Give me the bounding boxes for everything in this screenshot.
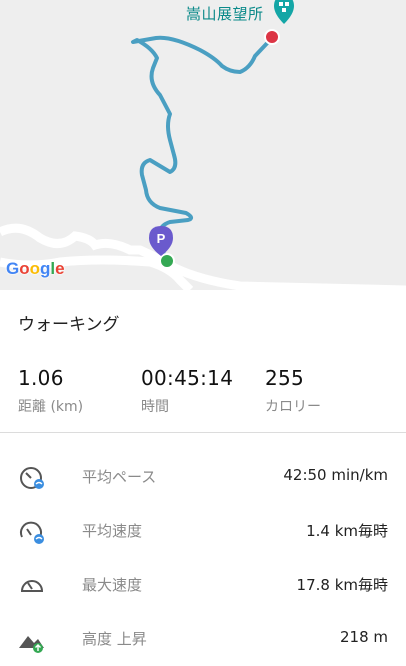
map-canvas: P (0, 0, 406, 290)
metric-name: 平均ペース (82, 468, 157, 486)
metric-value: 17.8 km毎時 (296, 576, 388, 594)
distance-label: 距離 (km) (18, 399, 84, 415)
metric-value: 218 m (339, 628, 388, 646)
stat-distance: 1.06 距離 (km) (18, 366, 83, 416)
calories-label: カロリー (265, 399, 321, 415)
google-logo-letter: e (55, 259, 65, 278)
avg-speed-gauge-icon (20, 521, 44, 544)
metric-name: 最大速度 (82, 576, 143, 594)
metric-row-avg-speed: 平均速度 1.4 km毎時 (0, 504, 406, 558)
google-logo-letter: o (19, 259, 30, 278)
metric-name: 高度 上昇 (82, 630, 147, 648)
stat-calories: 255 カロリー (265, 366, 321, 416)
route-map[interactable]: P 嵩山展望所 Google (0, 0, 406, 290)
stat-duration: 00:45:14 時間 (141, 366, 233, 416)
route-end-marker (264, 29, 280, 45)
google-logo-letter: o (29, 259, 41, 278)
pace-gauge-icon (20, 467, 44, 489)
activity-type-label: ウォーキング (18, 315, 120, 335)
activity-summary: ウォーキング 1.06 距離 (km) 00:45:14 時間 255 カロリー (0, 290, 406, 433)
metric-value: 42:50 min/km (283, 466, 388, 484)
metric-name: 平均速度 (82, 522, 143, 540)
google-logo-letter: G (6, 259, 20, 278)
poi-label[interactable]: 嵩山展望所 (186, 3, 264, 24)
duration-value: 00:45:14 (141, 366, 234, 390)
google-logo-letter: g (40, 259, 51, 278)
metric-row-elevation-gain: 高度 上昇 218 m (0, 612, 406, 666)
metrics-list: 平均ペース 42:50 min/km 平均速度 1.4 km毎時 最大速度 17… (0, 433, 406, 657)
parking-letter: P (157, 231, 166, 246)
poi-marker-icon (274, 0, 294, 24)
max-speed-gauge-icon (20, 580, 44, 592)
elevation-gain-icon (19, 636, 44, 653)
metric-row-max-speed: 最大速度 17.8 km毎時 (0, 558, 406, 612)
duration-label: 時間 (141, 399, 169, 415)
google-logo: Google (6, 259, 65, 279)
metric-row-avg-pace: 平均ペース 42:50 min/km (0, 450, 406, 504)
calories-value: 255 (265, 366, 305, 390)
distance-value: 1.06 (18, 366, 64, 390)
metric-value: 1.4 km毎時 (306, 522, 388, 540)
route-start-marker (159, 253, 175, 269)
